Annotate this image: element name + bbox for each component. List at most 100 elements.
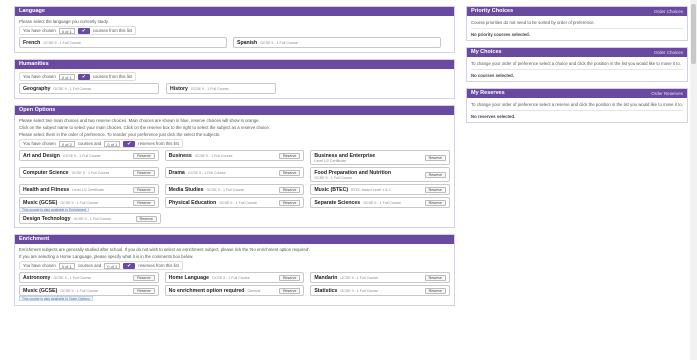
panel-instructions: Enrichment subjects are generally studie… (19, 247, 311, 252)
reserve-button[interactable]: Reserve (278, 170, 301, 176)
subject-no-enrichment[interactable]: No enrichment option required General Re… (164, 285, 305, 296)
reserve-button[interactable]: Reserve (135, 216, 157, 222)
subject-meta: GCSE 9 - 1 Full Course (43, 40, 82, 45)
subject-music-gcse-enrichment[interactable]: Music (GCSE) GCSE 9 - 1 Full Course Rese… (19, 285, 159, 296)
subject-music-gcse[interactable]: Music (GCSE) GCSE 9 - 1 Full Course Rese… (19, 197, 159, 208)
subject-astronomy[interactable]: Astronomy GCSE 9 - 1 Full Course Reserve (19, 272, 159, 283)
empty-status: No reserves selected. (471, 110, 683, 119)
reserve-button[interactable]: Reserve (133, 170, 155, 176)
check-icon: ✔ (123, 140, 136, 147)
my-reserves-header: My Reserves Order Reserves (467, 89, 687, 98)
subject-design-technology[interactable]: Design Technology GCSE 9 - 1 Full Course… (19, 213, 161, 224)
reserve-button[interactable]: Reserve (424, 200, 447, 206)
reserve-button[interactable]: Reserve (278, 288, 301, 294)
subject-history[interactable]: History GCSE 9 - 1 Full Course (166, 83, 276, 94)
subject-meta: GCSE 9 - 1 Full Course (363, 200, 401, 205)
subject-name: History (170, 85, 188, 92)
choice-counter: You have chosen 0 of 1 courses and 0 of … (19, 261, 183, 270)
page-scrollbar[interactable] (690, 0, 697, 360)
subject-statistics[interactable]: Statistics GCSE 9 - 1 Full Course Reserv… (310, 285, 451, 296)
subject-meta: GCSE 9 - 1 Full Course (60, 200, 99, 205)
subject-meta: GCSE 9 - 1 Full Course (340, 275, 379, 280)
panel-title: Open Options (19, 107, 56, 113)
music-availability-note: This course is also available in Open Op… (19, 296, 93, 301)
subject-meta: GCSE 9 - 1 Full Course (206, 187, 245, 192)
reserve-button[interactable]: Reserve (424, 187, 447, 193)
enrichment-header: Enrichment (15, 235, 454, 244)
check-icon: ✔ (77, 73, 90, 80)
panel-title: My Reserves (471, 90, 505, 96)
order-reserves-link[interactable]: Order Reserves (651, 89, 683, 98)
subject-meta: GCSE 9 - 1 Full Course (73, 216, 112, 221)
subject-health-and-fitness[interactable]: Health and Fitness Level 1/2 Certificate… (19, 184, 159, 195)
subject-physical-education[interactable]: Physical Education GCSE 9 - 1 Full Cours… (164, 197, 305, 208)
counter-label: reserves from this list (138, 141, 179, 146)
reserve-button[interactable]: Reserve (133, 275, 155, 281)
subject-meta: GCSE 9 - 1 Full Course (260, 40, 298, 45)
counter-value: 0 of 1 (104, 262, 121, 269)
reserve-button[interactable]: Reserve (278, 275, 301, 281)
my-choices-panel: My Choices Order Choices To change your … (466, 47, 688, 82)
subject-french[interactable]: French GCSE 9 - 1 Full Course (19, 37, 227, 48)
reserve-button[interactable]: Reserve (133, 187, 155, 193)
panel-title: Humanities (19, 61, 49, 67)
scrollbar-thumb[interactable] (691, 4, 696, 64)
panel-title: My Choices (471, 49, 502, 55)
subject-name: No enrichment option required (168, 287, 245, 294)
reserve-button[interactable]: Reserve (424, 155, 447, 161)
counter-label: You have chosen (23, 141, 56, 146)
language-header: Language (15, 7, 454, 16)
options-form: Language Please select the language you … (14, 6, 455, 312)
choice-counter: You have chosen 0 of 1 ✔ courses from th… (19, 72, 136, 81)
reserve-button[interactable]: Reserve (424, 288, 447, 294)
subject-geography[interactable]: Geography GCSE 9 - 1 Full Course (19, 83, 159, 94)
reserve-button[interactable]: Reserve (133, 288, 155, 294)
subject-home-language[interactable]: Home Language GCSE 9 - 1 Full Course Res… (164, 272, 305, 283)
counter-label: reserves from this list (138, 263, 179, 268)
order-choices-link[interactable]: Order Choices (654, 48, 683, 57)
choice-counter: You have chosen 0 of 2 courses and 0 of … (19, 139, 183, 148)
order-choices-link[interactable]: Order Choices (654, 7, 683, 16)
priority-header: Priority Choices Order Choices (467, 7, 687, 16)
reserve-button[interactable]: Reserve (278, 200, 301, 206)
subject-mandarin[interactable]: Mandarin GCSE 9 - 1 Full Course Reserve (310, 272, 451, 283)
humanities-header: Humanities (15, 60, 454, 69)
subject-art-and-design[interactable]: Art and Design GCSE 9 - 1 Full Course Re… (19, 150, 159, 161)
subject-meta: GCSE 9 - 1 Full Course (340, 288, 379, 293)
subject-business[interactable]: Business GCSE 9 - 1 Full Course Reserve (164, 150, 305, 161)
subject-computer-science[interactable]: Computer Science GCSE 9 - 1 Full Course … (19, 167, 159, 178)
reserve-button[interactable]: Reserve (424, 172, 447, 178)
empty-status: No courses selected. (471, 69, 683, 78)
reserve-button[interactable]: Reserve (133, 153, 155, 159)
subject-name: Drama (168, 169, 185, 176)
subject-spanish[interactable]: Spanish GCSE 9 - 1 Full Course (233, 37, 441, 48)
subject-name: Spanish (237, 39, 258, 46)
subject-business-and-enterprise[interactable]: Business and Enterprise Level 1/2 Certif… (310, 150, 451, 165)
subject-food-preparation[interactable]: Food Preparation and Nutrition GCSE 9 - … (310, 167, 451, 182)
choices-sidebar: Priority Choices Order Choices Course pr… (466, 6, 688, 129)
reserve-button[interactable]: Reserve (424, 275, 447, 281)
subject-separate-sciences[interactable]: Separate Sciences GCSE 9 - 1 Full Course… (310, 197, 451, 208)
subject-meta: GCSE 9 - 1 Full Course (62, 153, 101, 158)
panel-instructions: To change your order of preference selec… (471, 61, 681, 66)
subject-meta: General (247, 288, 261, 293)
reserve-button[interactable]: Reserve (278, 187, 301, 193)
subject-media-studies[interactable]: Media Studies GCSE 9 - 1 Full Course Res… (164, 184, 305, 195)
subject-meta: GCSE 9 - 1 Full Course (219, 200, 257, 205)
subject-name: Geography (23, 85, 51, 92)
subject-meta: GCSE 9 - 1 Full Course (187, 170, 226, 175)
open-options-panel: Open Options Please select two main choi… (14, 105, 455, 228)
subject-meta: GCSE 9 - 1 Full Course (212, 275, 250, 280)
panel-instructions: Click on the subject name to select your… (19, 125, 271, 130)
reserve-button[interactable]: Reserve (278, 153, 301, 159)
counter-value: 0 of 1 (104, 140, 121, 147)
subject-name: Business (168, 152, 192, 159)
panel-instructions: Please select two main choices and two r… (19, 118, 260, 123)
reserve-button[interactable]: Reserve (133, 200, 155, 206)
my-choices-header: My Choices Order Choices (467, 48, 687, 57)
subject-name: Home Language (168, 274, 210, 281)
subject-drama[interactable]: Drama GCSE 9 - 1 Full Course Reserve (164, 167, 305, 178)
subject-music-btec[interactable]: Music (BTEC) BTEC Award Level 1 & 2 Rese… (310, 184, 451, 195)
panel-instructions: Please select them in the order of prefe… (19, 132, 221, 137)
subject-name: Separate Sciences (314, 199, 361, 206)
